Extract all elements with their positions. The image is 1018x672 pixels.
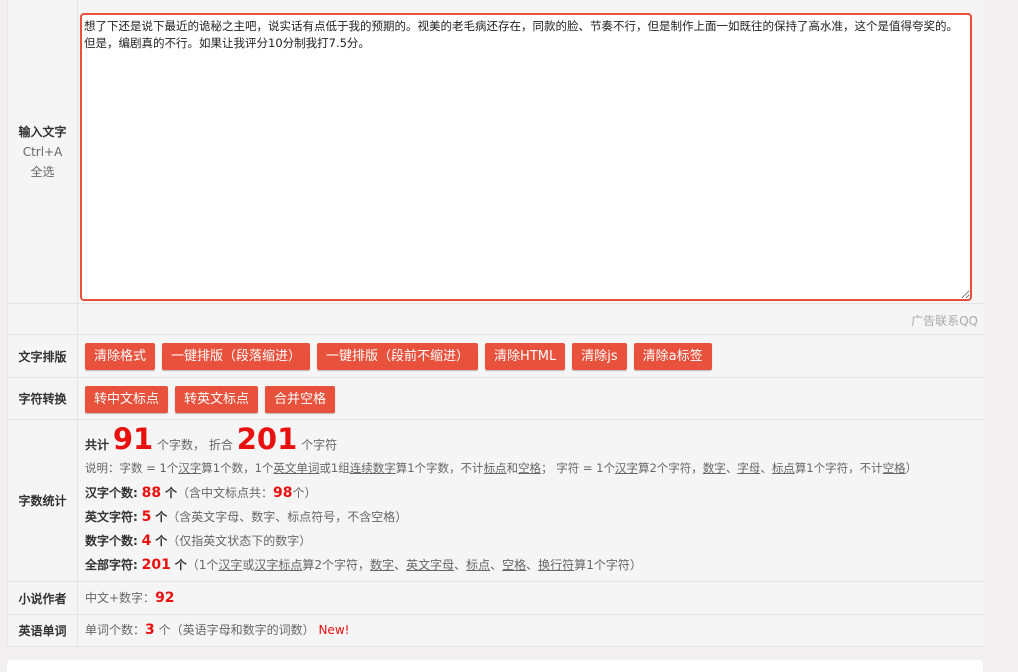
english-char-line: 英文字符: 5 个（含英文字母、数字、标点符号，不含空格） bbox=[85, 508, 407, 525]
stats-summary: 共计 91 个字数， 折合 201 个字符 bbox=[85, 422, 337, 456]
english-char-note: （含英文字母、数字、标点符号，不含空格） bbox=[167, 510, 408, 524]
hanzi-punct-value: 98 bbox=[272, 485, 293, 501]
novel-author-label: 小说作者 bbox=[8, 582, 78, 614]
input-label-cell: 输入文字 Ctrl+A 全选 bbox=[8, 0, 78, 303]
english-word-unit: 个 bbox=[158, 623, 171, 637]
ad-contact-link[interactable]: 广告联系QQ bbox=[911, 312, 978, 329]
char-convert-row: 字符转换 转中文标点 转英文标点 合并空格 bbox=[8, 378, 984, 420]
all-char-unit: 个 bbox=[174, 558, 187, 572]
english-char-unit: 个 bbox=[155, 510, 168, 524]
text-layout-row: 文字排版 清除格式 一键排版（段落缩进） 一键排版（段前不缩进） 清除HTML … bbox=[8, 335, 984, 378]
word-stats-label: 字数统计 bbox=[8, 420, 78, 581]
all-char-line: 全部字符: 201 个（1个汉字或汉字标点算2个字符，数字、英文字母、标点、空格… bbox=[85, 556, 642, 573]
hanzi-note-end: 个） bbox=[292, 486, 317, 500]
equiv-label: 折合 bbox=[208, 438, 233, 452]
word-count-value: 91 bbox=[112, 422, 154, 456]
english-word-note: （英语字母和数字的词数） bbox=[170, 623, 315, 637]
to-chinese-punct-button[interactable]: 转中文标点 bbox=[85, 386, 169, 413]
word-unit: 个字数， bbox=[157, 438, 206, 452]
char-convert-label: 字符转换 bbox=[8, 378, 78, 419]
merge-spaces-button[interactable]: 合并空格 bbox=[265, 386, 336, 413]
word-count-tool-panel: 输入文字 Ctrl+A 全选 想了下还是说下最近的诡秘之主吧，说实话有点低于我的… bbox=[7, 0, 984, 647]
select-all-hint: Ctrl+A 全选 bbox=[22, 144, 63, 179]
english-words-row: 英语单词 单词个数：3 个（英语字母和数字的词数） New! bbox=[8, 615, 984, 647]
number-unit: 个 bbox=[155, 534, 168, 548]
english-words-label: 英语单词 bbox=[8, 615, 78, 646]
english-char-value: 5 bbox=[141, 509, 152, 525]
hanzi-label: 汉字个数: bbox=[85, 486, 138, 500]
clear-a-tag-button[interactable]: 清除a标签 bbox=[633, 343, 712, 370]
clear-format-button[interactable]: 清除格式 bbox=[85, 343, 156, 370]
hanzi-unit: 个 bbox=[164, 486, 177, 500]
novel-author-row: 小说作者 中文+数字：92 bbox=[8, 582, 984, 615]
auto-layout-no-indent-button[interactable]: 一键排版（段前不缩进） bbox=[317, 343, 479, 370]
next-section-edge bbox=[7, 660, 983, 672]
number-value: 4 bbox=[141, 533, 152, 549]
hanzi-count-value: 88 bbox=[141, 485, 162, 501]
char-unit: 个字符 bbox=[301, 438, 338, 452]
hanzi-count-line: 汉字个数: 88 个（含中文标点共：98个） bbox=[85, 484, 316, 501]
text-input[interactable]: 想了下还是说下最近的诡秘之主吧，说实话有点低于我的预期的。视美的老毛病还存在，同… bbox=[80, 13, 972, 301]
text-layout-label: 文字排版 bbox=[8, 335, 78, 377]
word-count-label: 单词个数： bbox=[85, 623, 146, 637]
input-row: 输入文字 Ctrl+A 全选 想了下还是说下最近的诡秘之主吧，说实话有点低于我的… bbox=[8, 0, 984, 304]
novel-count-value: 92 bbox=[155, 590, 175, 606]
new-badge: New! bbox=[318, 623, 350, 637]
total-prefix: 共计 bbox=[85, 438, 110, 452]
all-char-value: 201 bbox=[141, 557, 171, 573]
to-english-punct-button[interactable]: 转英文标点 bbox=[175, 386, 259, 413]
all-char-note: （1个汉字或汉字标点算2个字符，数字、英文字母、标点、空格、换行符算1个字符） bbox=[186, 558, 642, 572]
all-char-label: 全部字符: bbox=[85, 558, 138, 572]
novel-count-label: 中文+数字： bbox=[85, 591, 156, 605]
auto-layout-indent-button[interactable]: 一键排版（段落缩进） bbox=[162, 343, 311, 370]
english-word-value: 3 bbox=[145, 622, 155, 638]
ad-row: 广告联系QQ bbox=[8, 304, 984, 335]
input-label: 输入文字 bbox=[18, 124, 67, 139]
clear-js-button[interactable]: 清除js bbox=[572, 343, 627, 370]
ad-label-cell bbox=[8, 304, 78, 334]
hanzi-note: （含中文标点共： bbox=[176, 486, 273, 500]
number-label: 数字个数: bbox=[85, 534, 138, 548]
english-char-label: 英文字符: bbox=[85, 510, 138, 524]
char-count-value: 201 bbox=[236, 422, 298, 456]
clear-html-button[interactable]: 清除HTML bbox=[485, 343, 566, 370]
stats-explanation: 说明：字数 = 1个汉字算1个数，1个英文单词或1组连续数字算1个字数，不计标点… bbox=[85, 461, 918, 475]
word-stats-row: 字数统计 共计 91 个字数， 折合 201 个字符 说明：字数 = 1个汉字算… bbox=[8, 420, 984, 582]
number-count-line: 数字个数: 4 个（仅指英文状态下的数字） bbox=[85, 532, 311, 549]
number-note: （仅指英文状态下的数字） bbox=[167, 534, 312, 548]
